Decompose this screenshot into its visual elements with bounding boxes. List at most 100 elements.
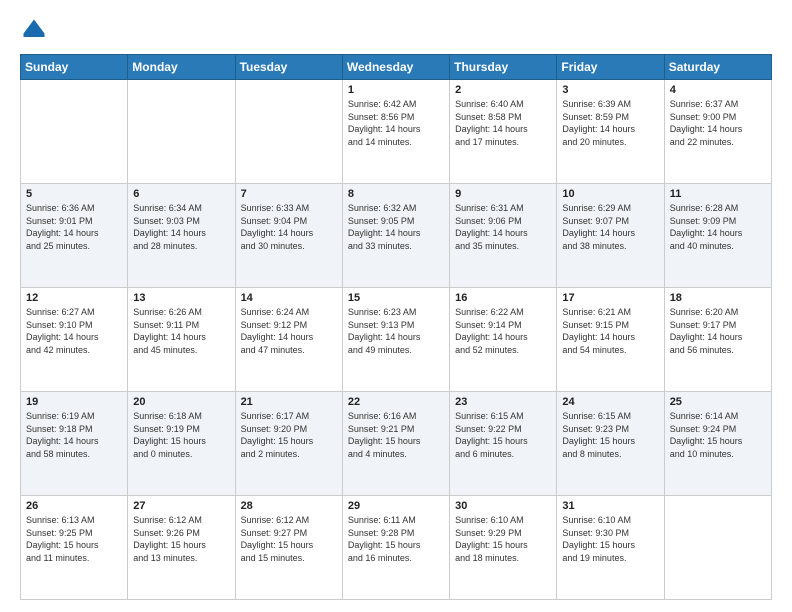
day-info: Sunrise: 6:33 AM Sunset: 9:04 PM Dayligh… xyxy=(241,202,337,252)
day-info: Sunrise: 6:12 AM Sunset: 9:27 PM Dayligh… xyxy=(241,514,337,564)
day-info: Sunrise: 6:21 AM Sunset: 9:15 PM Dayligh… xyxy=(562,306,658,356)
day-info: Sunrise: 6:39 AM Sunset: 8:59 PM Dayligh… xyxy=(562,98,658,148)
day-number: 15 xyxy=(348,292,444,304)
calendar-cell: 22 Sunrise: 6:16 AM Sunset: 9:21 PM Dayli… xyxy=(342,392,449,496)
calendar-table: SundayMondayTuesdayWednesdayThursdayFrid… xyxy=(20,54,772,600)
calendar-cell: 2Sunrise: 6:40 AM Sunset: 8:58 PM Daylig… xyxy=(450,80,557,184)
day-number: 16 xyxy=(455,292,551,304)
day-number: 29 xyxy=(348,500,444,512)
day-number: 21 xyxy=(241,396,337,408)
calendar-cell: 12 Sunrise: 6:27 AM Sunset: 9:10 PM Dayli… xyxy=(21,288,128,392)
calendar-cell: 31 Sunrise: 6:10 AM Sunset: 9:30 PM Dayli… xyxy=(557,496,664,600)
day-info: Sunrise: 6:10 AM Sunset: 9:29 PM Dayligh… xyxy=(455,514,551,564)
day-info: Sunrise: 6:29 AM Sunset: 9:07 PM Dayligh… xyxy=(562,202,658,252)
page: SundayMondayTuesdayWednesdayThursdayFrid… xyxy=(0,0,792,612)
day-number: 18 xyxy=(670,292,766,304)
calendar-header-monday: Monday xyxy=(128,55,235,80)
calendar-header-thursday: Thursday xyxy=(450,55,557,80)
day-info: Sunrise: 6:32 AM Sunset: 9:05 PM Dayligh… xyxy=(348,202,444,252)
calendar-cell: 27 Sunrise: 6:12 AM Sunset: 9:26 PM Dayli… xyxy=(128,496,235,600)
logo-icon xyxy=(20,16,48,44)
calendar-cell: 8 Sunrise: 6:32 AM Sunset: 9:05 PM Daylig… xyxy=(342,184,449,288)
day-number: 23 xyxy=(455,396,551,408)
day-number: 14 xyxy=(241,292,337,304)
day-info: Sunrise: 6:23 AM Sunset: 9:13 PM Dayligh… xyxy=(348,306,444,356)
calendar-cell: 3 Sunrise: 6:39 AM Sunset: 8:59 PM Daylig… xyxy=(557,80,664,184)
day-number: 26 xyxy=(26,500,122,512)
day-info: Sunrise: 6:26 AM Sunset: 9:11 PM Dayligh… xyxy=(133,306,229,356)
calendar-cell: 10 Sunrise: 6:29 AM Sunset: 9:07 PM Dayli… xyxy=(557,184,664,288)
day-info: Sunrise: 6:15 AM Sunset: 9:22 PM Dayligh… xyxy=(455,410,551,460)
day-number: 6 xyxy=(133,188,229,200)
day-number: 10 xyxy=(562,188,658,200)
calendar-cell: 30 Sunrise: 6:10 AM Sunset: 9:29 PM Dayli… xyxy=(450,496,557,600)
calendar-cell: 23 Sunrise: 6:15 AM Sunset: 9:22 PM Dayli… xyxy=(450,392,557,496)
day-info: Sunrise: 6:12 AM Sunset: 9:26 PM Dayligh… xyxy=(133,514,229,564)
day-number: 12 xyxy=(26,292,122,304)
day-info: Sunrise: 6:15 AM Sunset: 9:23 PM Dayligh… xyxy=(562,410,658,460)
calendar-cell: 14 Sunrise: 6:24 AM Sunset: 9:12 PM Dayli… xyxy=(235,288,342,392)
day-number: 31 xyxy=(562,500,658,512)
day-info: Sunrise: 6:37 AM Sunset: 9:00 PM Dayligh… xyxy=(670,98,766,148)
day-info: Sunrise: 6:27 AM Sunset: 9:10 PM Dayligh… xyxy=(26,306,122,356)
calendar-cell: 18 Sunrise: 6:20 AM Sunset: 9:17 PM Dayli… xyxy=(664,288,771,392)
day-number: 30 xyxy=(455,500,551,512)
day-info: Sunrise: 6:14 AM Sunset: 9:24 PM Dayligh… xyxy=(670,410,766,460)
day-number: 5 xyxy=(26,188,122,200)
calendar-cell xyxy=(21,80,128,184)
logo xyxy=(20,16,52,44)
day-info: Sunrise: 6:36 AM Sunset: 9:01 PM Dayligh… xyxy=(26,202,122,252)
day-number: 24 xyxy=(562,396,658,408)
calendar-header-sunday: Sunday xyxy=(21,55,128,80)
day-info: Sunrise: 6:11 AM Sunset: 9:28 PM Dayligh… xyxy=(348,514,444,564)
day-number: 17 xyxy=(562,292,658,304)
calendar-cell: 15 Sunrise: 6:23 AM Sunset: 9:13 PM Dayli… xyxy=(342,288,449,392)
day-info: Sunrise: 6:28 AM Sunset: 9:09 PM Dayligh… xyxy=(670,202,766,252)
day-number: 22 xyxy=(348,396,444,408)
day-info: Sunrise: 6:24 AM Sunset: 9:12 PM Dayligh… xyxy=(241,306,337,356)
day-number: 8 xyxy=(348,188,444,200)
calendar-cell: 9Sunrise: 6:31 AM Sunset: 9:06 PM Daylig… xyxy=(450,184,557,288)
calendar-week-5: 26 Sunrise: 6:13 AM Sunset: 9:25 PM Dayli… xyxy=(21,496,772,600)
day-number: 20 xyxy=(133,396,229,408)
day-number: 28 xyxy=(241,500,337,512)
day-number: 9 xyxy=(455,188,551,200)
day-number: 13 xyxy=(133,292,229,304)
day-info: Sunrise: 6:20 AM Sunset: 9:17 PM Dayligh… xyxy=(670,306,766,356)
calendar-header-saturday: Saturday xyxy=(664,55,771,80)
day-info: Sunrise: 6:17 AM Sunset: 9:20 PM Dayligh… xyxy=(241,410,337,460)
calendar-header-friday: Friday xyxy=(557,55,664,80)
calendar-week-4: 19Sunrise: 6:19 AM Sunset: 9:18 PM Dayli… xyxy=(21,392,772,496)
calendar-cell: 24 Sunrise: 6:15 AM Sunset: 9:23 PM Dayli… xyxy=(557,392,664,496)
calendar-cell: 1 Sunrise: 6:42 AM Sunset: 8:56 PM Daylig… xyxy=(342,80,449,184)
calendar-cell: 25 Sunrise: 6:14 AM Sunset: 9:24 PM Dayli… xyxy=(664,392,771,496)
day-info: Sunrise: 6:40 AM Sunset: 8:58 PM Dayligh… xyxy=(455,98,551,148)
day-info: Sunrise: 6:16 AM Sunset: 9:21 PM Dayligh… xyxy=(348,410,444,460)
day-number: 3 xyxy=(562,84,658,96)
calendar-cell: 6Sunrise: 6:34 AM Sunset: 9:03 PM Daylig… xyxy=(128,184,235,288)
day-info: Sunrise: 6:42 AM Sunset: 8:56 PM Dayligh… xyxy=(348,98,444,148)
calendar-cell: 26 Sunrise: 6:13 AM Sunset: 9:25 PM Dayli… xyxy=(21,496,128,600)
day-number: 4 xyxy=(670,84,766,96)
calendar-cell xyxy=(664,496,771,600)
calendar-week-1: 1 Sunrise: 6:42 AM Sunset: 8:56 PM Daylig… xyxy=(21,80,772,184)
day-info: Sunrise: 6:18 AM Sunset: 9:19 PM Dayligh… xyxy=(133,410,229,460)
calendar-cell: 29 Sunrise: 6:11 AM Sunset: 9:28 PM Dayli… xyxy=(342,496,449,600)
calendar-week-2: 5 Sunrise: 6:36 AM Sunset: 9:01 PM Daylig… xyxy=(21,184,772,288)
calendar-header-tuesday: Tuesday xyxy=(235,55,342,80)
calendar-week-3: 12 Sunrise: 6:27 AM Sunset: 9:10 PM Dayli… xyxy=(21,288,772,392)
day-number: 11 xyxy=(670,188,766,200)
day-number: 1 xyxy=(348,84,444,96)
calendar-cell: 19Sunrise: 6:19 AM Sunset: 9:18 PM Dayli… xyxy=(21,392,128,496)
day-number: 27 xyxy=(133,500,229,512)
day-number: 25 xyxy=(670,396,766,408)
calendar-cell: 16Sunrise: 6:22 AM Sunset: 9:14 PM Dayli… xyxy=(450,288,557,392)
day-info: Sunrise: 6:13 AM Sunset: 9:25 PM Dayligh… xyxy=(26,514,122,564)
day-info: Sunrise: 6:19 AM Sunset: 9:18 PM Dayligh… xyxy=(26,410,122,460)
calendar-cell: 21 Sunrise: 6:17 AM Sunset: 9:20 PM Dayli… xyxy=(235,392,342,496)
header xyxy=(20,16,772,44)
day-info: Sunrise: 6:10 AM Sunset: 9:30 PM Dayligh… xyxy=(562,514,658,564)
calendar-cell: 28 Sunrise: 6:12 AM Sunset: 9:27 PM Dayli… xyxy=(235,496,342,600)
calendar-cell: 7Sunrise: 6:33 AM Sunset: 9:04 PM Daylig… xyxy=(235,184,342,288)
calendar-header-row: SundayMondayTuesdayWednesdayThursdayFrid… xyxy=(21,55,772,80)
